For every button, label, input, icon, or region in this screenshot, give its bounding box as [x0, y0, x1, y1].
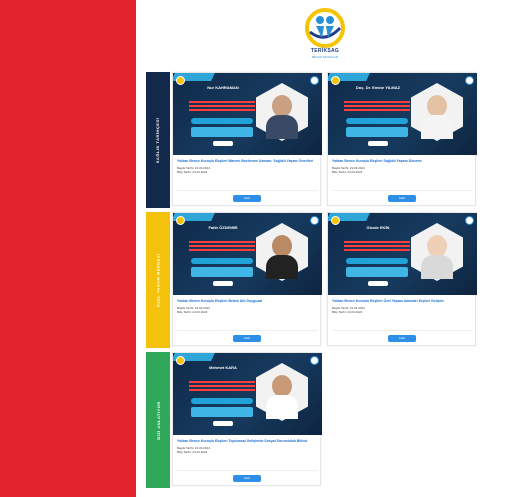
section-2-label: ÖZEL YAŞAM MERKEZİ [155, 253, 161, 307]
divider [332, 330, 473, 331]
speaker-name: Doç. Dr. Emine YILMAZ [355, 85, 401, 90]
seal-icon [310, 216, 319, 225]
speaker-photo-body [421, 255, 453, 279]
banner-topic-lines [338, 99, 416, 115]
speaker-name: Mehmet KARA [209, 365, 237, 370]
event-end-date: Bitiş Tarihi: 24.03.2024 [332, 309, 363, 314]
banner-date-pill [191, 398, 253, 404]
banner-topic-lines [183, 379, 261, 395]
join-button[interactable]: Katıl [233, 195, 261, 202]
event-card[interactable]: Gözde EKİN Yoktan Bence Kuruşlu Ekşileri… [327, 212, 477, 346]
speaker-photo [272, 375, 292, 397]
speaker-photo-body [266, 255, 298, 279]
event-banner[interactable]: Doç. Dr. Emine YILMAZ [328, 73, 477, 155]
small-logo-icon [176, 216, 185, 225]
brand-name: TERİKSAG [310, 48, 340, 54]
event-title[interactable]: Yoktan Bence Kuruşlu Ekşileri Bebek Altı… [177, 299, 318, 304]
event-card[interactable]: Doç. Dr. Emine YILMAZ Yoktan Bence Kuruş… [327, 72, 477, 206]
banner-date-pill [346, 258, 408, 264]
speaker-name: Gözde EKİN [366, 225, 390, 230]
speaker-name: Fatih ÖZDEMİR [208, 225, 238, 230]
speaker-photo-body [266, 395, 298, 419]
banner-info-box [191, 127, 253, 137]
small-logo-icon [331, 76, 340, 85]
banner-footer [213, 421, 233, 426]
small-logo-icon [176, 76, 185, 85]
event-banner[interactable]: Gözde EKİN [328, 213, 477, 295]
banner-info-box [191, 267, 253, 277]
card-body: Yoktan Bence Kuruşlu Ekşileri Toplumsal … [173, 439, 322, 454]
section-1-label: SAĞLIK TARİHÇESİ [155, 117, 161, 163]
speaker-photo-body [421, 115, 453, 139]
event-card[interactable]: Nur KAHRAMAN Yoktan Bence Kuruşlu Ekşile… [172, 72, 322, 206]
banner-info-box [346, 127, 408, 137]
card-body: Yoktan Bence Kuruşlu Ekşileri Manevi Bes… [173, 159, 322, 174]
banner-footer [368, 281, 388, 286]
divider [177, 190, 318, 191]
banner-date-pill [191, 118, 253, 124]
brand-tagline: BEYAZ SAYFALAR [312, 55, 338, 59]
section-2-label-bar: ÖZEL YAŞAM MERKEZİ [146, 212, 170, 348]
banner-info-box [191, 407, 253, 417]
banner-date-pill [191, 258, 253, 264]
small-logo-icon [176, 356, 185, 365]
speaker-photo [272, 235, 292, 257]
card-body: Yoktan Bence Kuruşlu Ekşileri Bebek Altı… [173, 299, 322, 314]
event-title[interactable]: Yoktan Bence Kuruşlu Ekşileri Özel Yaşam… [332, 299, 473, 304]
card-body: Yoktan Bence Kuruşlu Ekşileri Sağlıklı Y… [328, 159, 477, 174]
banner-date-pill [346, 118, 408, 124]
event-end-date: Bitiş Tarihi: 24.03.2024 [177, 449, 208, 454]
join-button[interactable]: Katıl [388, 195, 416, 202]
event-title[interactable]: Yoktan Bence Kuruşlu Ekşileri Toplumsal … [177, 439, 318, 444]
event-card[interactable]: Mehmet KARA Yoktan Bence Kuruşlu Ekşiler… [172, 352, 322, 486]
speaker-photo [272, 95, 292, 117]
event-card[interactable]: Fatih ÖZDEMİR Yoktan Bence Kuruşlu Ekşil… [172, 212, 322, 346]
banner-topic-lines [183, 239, 261, 255]
banner-info-box [346, 267, 408, 277]
divider [332, 190, 473, 191]
banner-topic-lines [338, 239, 416, 255]
speaker-photo-body [266, 115, 298, 139]
event-title[interactable]: Yoktan Bence Kuruşlu Ekşileri Sağlıklı Y… [332, 159, 473, 164]
banner-topic-lines [183, 99, 261, 115]
join-button[interactable]: Katıl [233, 475, 261, 482]
speaker-photo [427, 95, 447, 117]
event-banner[interactable]: Nur KAHRAMAN [173, 73, 322, 155]
section-3-label-bar: BİZİ ANLATIYOR [146, 352, 170, 488]
card-body: Yoktan Bence Kuruşlu Ekşileri Özel Yaşam… [328, 299, 477, 314]
event-title[interactable]: Yoktan Bence Kuruşlu Ekşileri Manevi Bes… [177, 159, 318, 164]
banner-footer [368, 141, 388, 146]
speaker-name: Nur KAHRAMAN [207, 85, 239, 90]
section-1-label-bar: SAĞLIK TARİHÇESİ [146, 72, 170, 208]
event-banner[interactable]: Mehmet KARA [173, 353, 322, 435]
seal-icon [310, 76, 319, 85]
event-end-date: Bitiş Tarihi: 24.03.2024 [177, 309, 208, 314]
small-logo-icon [331, 216, 340, 225]
divider [177, 330, 318, 331]
speaker-photo [427, 235, 447, 257]
event-end-date: Bitiş Tarihi: 24.03.2024 [332, 169, 363, 174]
banner-footer [213, 141, 233, 146]
join-button[interactable]: Katıl [388, 335, 416, 342]
join-button[interactable]: Katıl [233, 335, 261, 342]
seal-icon [465, 216, 474, 225]
seal-icon [310, 356, 319, 365]
divider [177, 470, 318, 471]
red-side-panel [0, 0, 136, 497]
event-banner[interactable]: Fatih ÖZDEMİR [173, 213, 322, 295]
event-end-date: Bitiş Tarihi: 24.03.2024 [177, 169, 208, 174]
section-3-label: BİZİ ANLATIYOR [155, 400, 161, 440]
banner-footer [213, 281, 233, 286]
seal-icon [465, 76, 474, 85]
